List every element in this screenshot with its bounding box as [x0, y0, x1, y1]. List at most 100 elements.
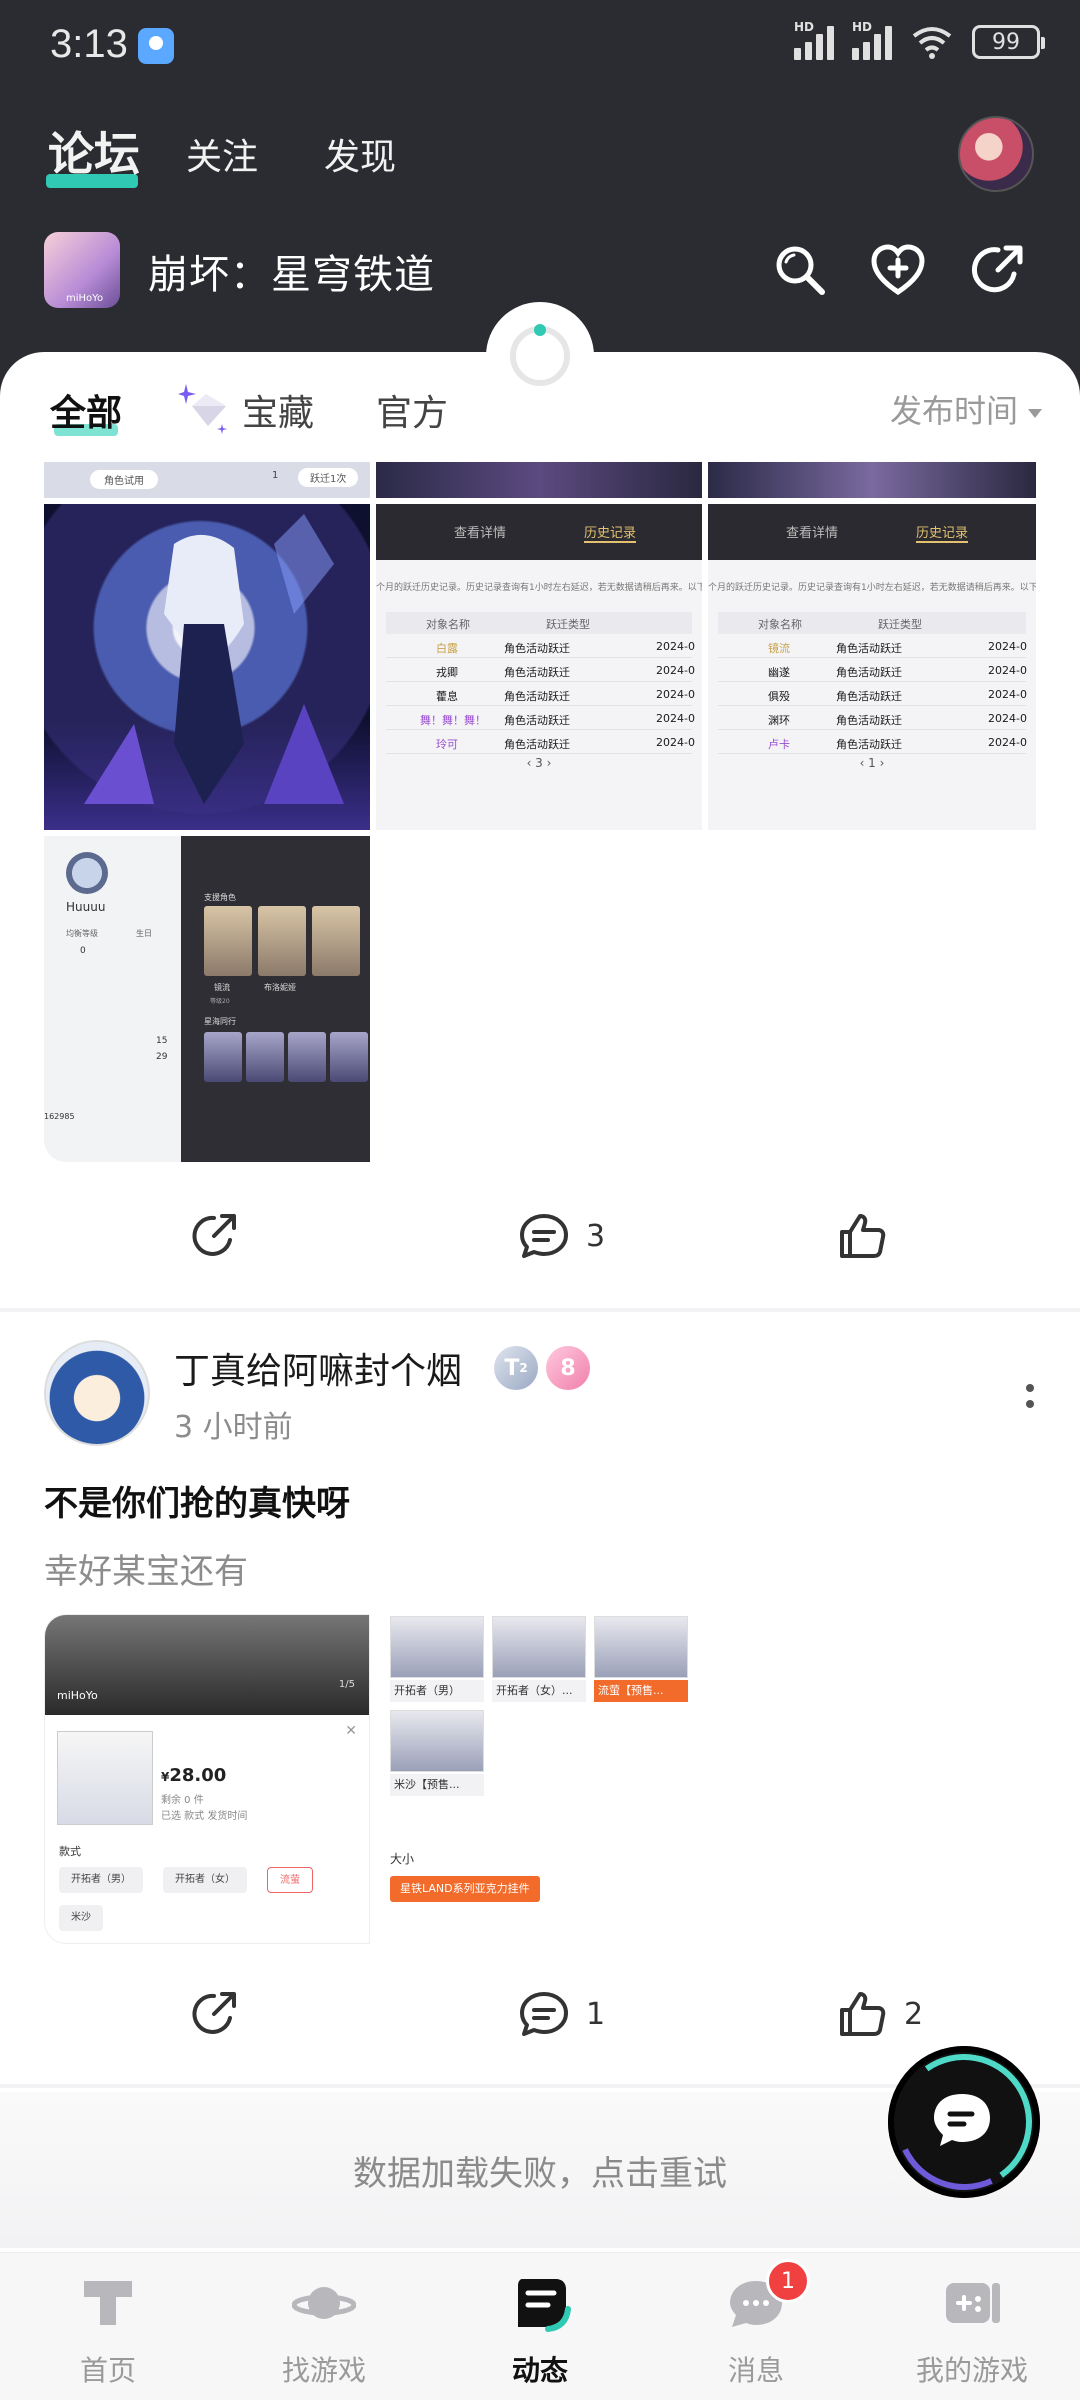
nav-find-games[interactable]: 找游戏 [216, 2253, 432, 2400]
signal-icon: HD [852, 20, 892, 60]
character-art [84, 514, 344, 804]
post-action-bar: 1 2 [0, 1974, 1080, 2054]
gamepad-icon [946, 2283, 1000, 2323]
tab-discover[interactable]: 发现 [324, 128, 396, 180]
like-button[interactable] [834, 1196, 904, 1276]
share-button[interactable] [186, 1196, 242, 1276]
planet-icon [292, 2287, 356, 2319]
post-image[interactable] [708, 462, 1036, 498]
nav-label: 找游戏 [281, 2354, 366, 2387]
image-text: 支援角色 [204, 893, 236, 902]
image-text: 流萤 [267, 1867, 313, 1893]
badge-text: T [504, 1355, 520, 1381]
comment-button[interactable]: 1 [516, 1974, 605, 2054]
top-nav: 论坛 关注 发现 [0, 110, 1080, 210]
image-text: 查看详情 [454, 526, 507, 541]
image-product [390, 1710, 484, 1772]
image-text: 角色活动跃迁 [836, 738, 902, 751]
image-character-card [330, 1032, 368, 1082]
share-icon [192, 1214, 236, 1256]
post-image[interactable]: 角色试用 1 跃迁1次 [44, 462, 370, 498]
image-table-row: 戎卿 角色活动跃迁 2024-0 [386, 660, 695, 682]
subtab-official[interactable]: 官方 [376, 384, 448, 436]
image-text: 2024-0 [988, 736, 1027, 749]
nav-label: 首页 [79, 2354, 136, 2387]
game-title[interactable]: 崩坏：星穹铁道 [148, 242, 435, 300]
image-text: 角色活动跃迁 [504, 666, 570, 679]
notification-app-icon [138, 28, 174, 64]
nav-messages[interactable]: 1 消息 [648, 2253, 864, 2400]
nav-label: 动态 [511, 2354, 568, 2387]
status-time: 3:13 [50, 22, 128, 66]
post-image-character-art[interactable] [44, 504, 370, 830]
image-text: 生日 [136, 929, 152, 938]
comment-icon [520, 1992, 568, 2036]
post-image-warp-history[interactable]: 查看详情 历史记录 个月的跃迁历史记录。历史记录查询有1小时左右延迟，若无数据请… [708, 504, 1036, 830]
image-table-row: 幽遂 角色活动跃迁 2024-0 [718, 660, 1027, 682]
image-text: 开拓者（女） [163, 1867, 247, 1893]
image-text: 开拓者（男） [59, 1867, 143, 1893]
post-image-shop[interactable]: miHoYo 1/5 ✕ ¥28.00 剩余 0 件 已选 款式 发货时间 款式… [44, 1614, 370, 1944]
post-body[interactable]: 幸好某宝还有 [44, 1544, 248, 1593]
post-image-warp-history[interactable]: 查看详情 历史记录 个月的跃迁历史记录。历史记录查询有1小时左右延迟，若无数据请… [376, 504, 702, 830]
thumbs-up-icon [840, 1214, 886, 1258]
image-banner: miHoYo 1/5 [45, 1615, 369, 1715]
battery-level: 99 [992, 29, 1020, 55]
image-avatar [66, 852, 108, 894]
share-icon [192, 1992, 236, 2034]
post-image[interactable] [376, 462, 702, 498]
image-text: 星海同行 [204, 1017, 236, 1026]
comment-button[interactable]: 3 [516, 1196, 605, 1276]
image-text: 15 [156, 1036, 168, 1046]
image-text: ¥28.00 [161, 1765, 226, 1786]
image-text: 2024-0 [988, 688, 1027, 701]
subtab-all[interactable]: 全部 [50, 384, 122, 436]
image-text: 角色活动跃迁 [504, 714, 570, 727]
share-icon[interactable] [968, 240, 1028, 300]
author-avatar[interactable] [44, 1340, 150, 1446]
author-name[interactable]: 丁真给阿嘛封个烟 [174, 1342, 462, 1394]
image-text: 2024-0 [988, 664, 1027, 677]
image-product [390, 1616, 484, 1678]
search-icon[interactable] [770, 240, 830, 300]
image-text: Huuuu [66, 900, 106, 914]
post-image-profile[interactable]: Huuuu 均衡等级 0 生日 15 29 162985 支援角色 镜流 布洛妮… [44, 836, 370, 1162]
game-icon[interactable] [44, 232, 120, 308]
image-table-header: 对象名称 跃迁类型 [386, 612, 692, 634]
image-character-card [204, 1032, 242, 1082]
feed-icon [518, 2279, 571, 2332]
image-text: 跃迁类型 [546, 618, 590, 631]
nav-my-games[interactable]: 我的游戏 [864, 2253, 1080, 2400]
image-text: 2024-0 [656, 712, 695, 725]
post-title[interactable]: 不是你们抢的真快呀 [44, 1476, 350, 1525]
image-text: 跃迁类型 [878, 618, 922, 631]
nav-home[interactable]: 首页 [0, 2253, 216, 2400]
image-text: 幽遂 [768, 666, 790, 679]
nav-label: 消息 [727, 2354, 784, 2387]
subtab-treasure[interactable]: 宝藏 [242, 384, 314, 436]
chat-fab-button[interactable] [888, 2046, 1040, 2198]
tab-follow[interactable]: 关注 [186, 128, 258, 180]
level-badge: 8 [546, 1346, 590, 1390]
image-text: 开拓者（女）... [492, 1680, 586, 1702]
image-text: 个月的跃迁历史记录。历史记录查询有1小时左右延迟，若无数据请稍后再来。以下时间 [708, 583, 1036, 593]
tab-forum[interactable]: 论坛 [48, 118, 140, 184]
more-options-icon[interactable] [1024, 1378, 1036, 1418]
image-product [57, 1731, 153, 1825]
post-image-product-grid[interactable]: 开拓者（男） 开拓者（女）... 流萤【预售... 米沙【预售... 大小 星铁… [376, 1614, 700, 1914]
share-button[interactable] [186, 1974, 242, 2054]
image-text: 白露 [436, 642, 458, 655]
retry-text: 数据加载失败，点击重试 [353, 2153, 727, 2194]
image-text: 米沙 [59, 1905, 103, 1931]
post-divider [0, 1308, 1080, 1312]
image-character-card [204, 906, 252, 976]
nav-feed[interactable]: 动态 [432, 2253, 648, 2400]
user-avatar[interactable] [958, 116, 1034, 192]
sort-dropdown[interactable]: 发布时间 [890, 386, 1042, 432]
like-button[interactable]: 2 [834, 1974, 923, 2054]
image-text: 2024-0 [988, 640, 1027, 653]
image-table-row: 白露 角色活动跃迁 2024-0 [386, 636, 695, 658]
image-text: 28.00 [169, 1765, 227, 1786]
chat-bubble-icon [934, 2094, 990, 2146]
follow-heart-icon[interactable] [868, 240, 928, 300]
